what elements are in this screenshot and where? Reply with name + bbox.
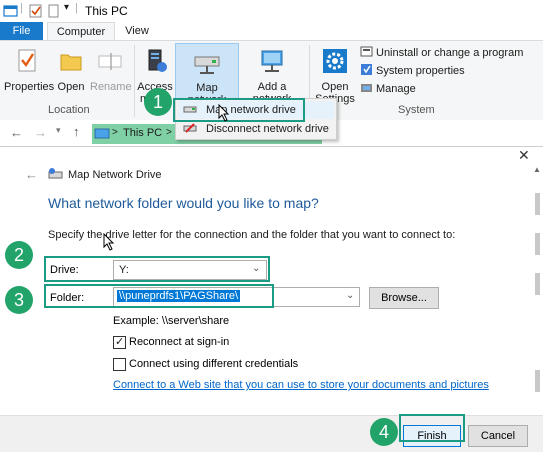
open-settings-button[interactable]: Open Settings	[314, 47, 356, 105]
group-divider	[134, 45, 135, 117]
callout-highlight-finish	[399, 414, 465, 442]
open-folder-icon	[60, 54, 82, 71]
title-bar: | ▾ | This PC	[0, 0, 543, 22]
forward-arrow-icon[interactable]: →	[34, 125, 47, 140]
dialog-heading: What network folder would you like to ma…	[48, 195, 319, 211]
tab-computer[interactable]: Computer	[47, 22, 115, 41]
different-credentials-checkbox[interactable]	[113, 358, 126, 371]
network-drive-small-icon	[48, 168, 63, 179]
scroll-up-icon[interactable]: ▲	[533, 165, 541, 174]
dialog-back-arrow-icon[interactable]: ←	[25, 167, 38, 182]
explorer-window-icon[interactable]	[3, 3, 19, 19]
callout-badge-1: 1	[144, 88, 172, 116]
mouse-cursor-icon	[103, 233, 115, 251]
menu-item-disconnect-network-drive[interactable]: Disconnect network drive	[178, 120, 334, 138]
system-properties-button[interactable]: System properties	[360, 63, 465, 79]
recent-dropdown-icon[interactable]: ▾	[56, 125, 61, 136]
breadcrumb[interactable]: This PC	[123, 127, 162, 139]
callout-highlight-folder	[44, 284, 274, 308]
uninstall-program-label: Uninstall or change a program	[376, 47, 524, 59]
browse-button[interactable]: Browse...	[369, 287, 439, 309]
tab-view[interactable]: View	[120, 22, 154, 40]
quick-access-dropdown-icon[interactable]: ▾	[64, 2, 69, 13]
reconnect-checkbox[interactable]: ✓	[113, 336, 126, 349]
gear-icon	[323, 49, 347, 73]
properties-button[interactable]: Properties	[4, 47, 55, 93]
blank-page-icon[interactable]	[47, 3, 61, 19]
back-arrow-icon[interactable]: ←	[10, 125, 23, 140]
scroll-thumb-4[interactable]	[535, 370, 540, 392]
web-storage-link[interactable]: Connect to a Web site that you can use t…	[113, 379, 489, 391]
ribbon-tabs: File Computer View	[0, 22, 543, 41]
rename-button[interactable]: Rename	[90, 47, 132, 93]
scroll-thumb-3[interactable]	[535, 273, 540, 295]
open-settings-label-1: Open	[321, 81, 349, 93]
location-group-label: Location	[48, 104, 90, 116]
open-button[interactable]: Open	[55, 47, 87, 93]
dialog-title: Map Network Drive	[68, 169, 162, 181]
properties-label: Properties	[4, 81, 55, 93]
title-separator-2: |	[75, 2, 78, 14]
scroll-thumb[interactable]	[535, 193, 540, 215]
cancel-button[interactable]: Cancel	[468, 425, 528, 447]
open-label: Open	[57, 81, 85, 93]
callout-highlight-drive	[44, 256, 270, 282]
network-drive-icon	[194, 56, 220, 74]
callout-badge-3: 3	[5, 286, 33, 314]
network-location-icon	[261, 50, 283, 72]
rename-icon	[98, 53, 122, 70]
close-icon[interactable]: ✕	[518, 147, 530, 164]
different-credentials-label: Connect using different credentials	[129, 358, 299, 370]
computer-icon	[94, 128, 110, 139]
callout-highlight-map-network-drive	[173, 98, 305, 122]
reconnect-label: Reconnect at sign-in	[129, 336, 230, 348]
map-network-drive-button[interactable]: Map network drive ▾	[175, 43, 239, 118]
breadcrumb-chevron-icon[interactable]: >	[166, 127, 172, 138]
menu-item-label: Disconnect network drive	[206, 123, 329, 135]
window-title: This PC	[85, 4, 128, 18]
title-separator: |	[20, 2, 23, 14]
breadcrumb-separator-icon: >	[112, 127, 118, 138]
manage-icon	[361, 84, 372, 92]
tab-file[interactable]: File	[0, 22, 43, 40]
mouse-cursor-icon	[218, 104, 230, 122]
checkmark-icon: ✓	[115, 336, 125, 348]
system-properties-icon	[361, 64, 372, 75]
manage-label: Manage	[376, 83, 416, 95]
properties-icon	[18, 49, 36, 72]
folder-example: Example: \\server\share	[113, 315, 230, 327]
system-group-label: System	[398, 104, 435, 116]
callout-badge-2: 2	[5, 241, 33, 269]
uninstall-icon	[360, 46, 373, 57]
up-arrow-icon[interactable]: ↑	[73, 124, 80, 139]
uninstall-program-button[interactable]: Uninstall or change a program	[360, 45, 523, 61]
callout-badge-4: 4	[370, 418, 398, 446]
chevron-down-icon[interactable]: ⌄	[346, 290, 354, 301]
manage-button[interactable]: Manage	[360, 81, 416, 97]
properties-check-icon[interactable]	[28, 3, 44, 19]
disconnect-drive-icon	[183, 123, 197, 133]
scroll-thumb-2[interactable]	[535, 233, 540, 255]
scrollbar[interactable]: ▲	[532, 165, 543, 445]
system-properties-label: System properties	[376, 65, 465, 77]
media-server-icon	[148, 49, 167, 72]
rename-label: Rename	[90, 81, 132, 93]
